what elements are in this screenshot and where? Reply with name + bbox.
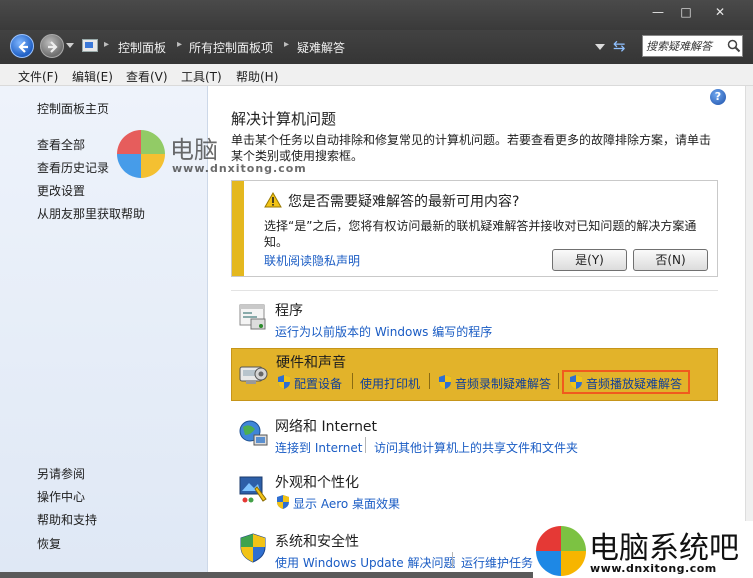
breadcrumb-separator-icon[interactable]: ▸	[284, 39, 289, 50]
no-button[interactable]: 否(N)	[633, 249, 708, 271]
watermark-name: 电脑	[170, 136, 218, 164]
page-description: 单击某个任务以自动排除和修复常见的计算机问题。若要查看更多的故障排除方案，请单击…	[231, 133, 712, 163]
programs-icon	[239, 304, 266, 330]
watermark-url: www.dnxitong.com	[172, 162, 307, 175]
menu-edit[interactable]: 编辑(E)	[72, 68, 113, 85]
sidebar-link-help-and-support[interactable]: 帮助和支持	[37, 511, 97, 528]
address-bar: ▸ 控制面板 ▸ 所有控制面板项 ▸ 疑难解答 ⇆	[0, 30, 753, 64]
breadcrumb-separator-icon[interactable]: ▸	[104, 39, 109, 50]
category-network-and-internet-title[interactable]: 网络和 Internet	[275, 416, 377, 436]
menu-help[interactable]: 帮助(H)	[236, 68, 278, 85]
shield-icon	[277, 495, 289, 509]
menu-tools[interactable]: 工具(T)	[181, 68, 222, 85]
sidebar-link-view-all[interactable]: 查看全部	[37, 136, 85, 153]
shield-icon	[439, 375, 451, 389]
notice-title: 您是否需要疑难解答的最新可用内容?	[288, 194, 520, 210]
sidebar-link-recovery[interactable]: 恢复	[37, 535, 61, 552]
link-separator	[452, 552, 453, 568]
search-icon[interactable]	[727, 39, 741, 53]
link-separator	[352, 373, 353, 389]
link-run-old-programs[interactable]: 运行为以前版本的 Windows 编写的程序	[275, 323, 492, 340]
forward-button[interactable]	[40, 34, 64, 58]
watermark-logo-icon	[117, 130, 165, 178]
privacy-statement-link[interactable]: 联机阅读隐私声明	[264, 252, 360, 269]
link-windows-update-troubleshoot[interactable]: 使用 Windows Update 解决问题	[275, 554, 455, 571]
see-also-heading: 另请参阅	[37, 467, 86, 481]
breadcrumb-troubleshooting[interactable]: 疑难解答	[297, 39, 345, 56]
help-icon[interactable]: ?	[710, 89, 726, 105]
watermark-name-bottom: 电脑系统吧	[589, 531, 739, 566]
category-hardware-and-sound-title[interactable]: 硬件和声音	[276, 352, 346, 372]
link-connect-to-internet[interactable]: 连接到 Internet	[275, 439, 362, 456]
close-button[interactable]: ✕	[708, 2, 732, 22]
title-bar: — □ ✕	[0, 0, 753, 30]
vertical-scrollbar[interactable]	[745, 86, 753, 572]
category-appearance-title[interactable]: 外观和个性化	[275, 472, 359, 492]
address-history-dropdown[interactable]	[595, 44, 605, 50]
shield-icon	[570, 375, 582, 389]
sidebar-link-view-history[interactable]: 查看历史记录	[37, 159, 109, 176]
watermark-logo-icon	[536, 526, 586, 576]
sidebar-link-get-help-from-friend[interactable]: 从朋友那里获取帮助	[37, 205, 145, 222]
system-and-security-icon	[240, 533, 266, 563]
link-separator	[365, 437, 366, 453]
hardware-and-sound-icon	[239, 366, 268, 384]
link-configure-device[interactable]: 配置设备	[294, 375, 342, 392]
link-use-printer[interactable]: 使用打印机	[360, 375, 420, 392]
network-icon	[239, 420, 268, 446]
category-hardware-and-sound: 硬件和声音 配置设备 使用打印机 音频录制疑难解答 音频播放疑难解答	[231, 348, 718, 401]
link-audio-playback-troubleshooter[interactable]: 音频播放疑难解答	[586, 375, 682, 392]
page-title: 解决计算机问题	[231, 110, 337, 128]
link-separator	[558, 373, 559, 389]
back-button[interactable]	[10, 34, 34, 58]
maximize-button[interactable]: □	[674, 2, 698, 22]
arrow-left-icon	[18, 41, 28, 53]
menu-file[interactable]: 文件(F)	[18, 68, 58, 85]
arrow-right-icon	[48, 41, 58, 53]
sidebar-link-control-panel-home[interactable]: 控制面板主页	[37, 100, 109, 117]
warning-icon	[264, 192, 282, 208]
notice-text: 选择“是”之后，您将有权访问最新的联机疑难解答并接收对已知问题的解决方案通知。	[264, 219, 697, 249]
minimize-button[interactable]: —	[646, 2, 670, 22]
link-run-maintenance-tasks[interactable]: 运行维护任务	[461, 554, 533, 571]
sidebar-link-change-settings[interactable]: 更改设置	[37, 182, 85, 199]
category-network-and-internet: 网络和 Internet 连接到 Internet 访问其他计算机上的共享文件和…	[231, 413, 718, 457]
sidebar-link-action-center[interactable]: 操作中心	[37, 488, 85, 505]
breadcrumb-all-items[interactable]: 所有控制面板项	[189, 39, 273, 56]
category-programs-title[interactable]: 程序	[275, 300, 303, 320]
watermark-url-bottom: www.dnxitong.com	[590, 562, 717, 575]
search-box[interactable]	[642, 35, 743, 57]
update-notice-panel: 您是否需要疑难解答的最新可用内容? 选择“是”之后，您将有权访问最新的联机疑难解…	[231, 180, 718, 277]
category-programs: 程序 运行为以前版本的 Windows 编写的程序	[231, 297, 718, 341]
appearance-icon	[239, 476, 267, 503]
control-panel-icon	[82, 39, 98, 52]
refresh-icon[interactable]: ⇆	[613, 38, 626, 54]
menu-bar: 文件(F) 编辑(E) 查看(V) 工具(T) 帮助(H)	[0, 64, 753, 86]
divider	[231, 290, 718, 291]
category-system-and-security-title[interactable]: 系统和安全性	[275, 531, 359, 551]
link-audio-recording-troubleshooter[interactable]: 音频录制疑难解答	[455, 375, 551, 392]
yes-button[interactable]: 是(Y)	[552, 249, 627, 271]
link-aero-effects[interactable]: 显示 Aero 桌面效果	[293, 495, 400, 512]
breadcrumb-separator-icon[interactable]: ▸	[177, 39, 182, 50]
link-separator	[429, 373, 430, 389]
search-input[interactable]	[646, 38, 724, 54]
menu-view[interactable]: 查看(V)	[126, 68, 168, 85]
shield-icon	[278, 375, 290, 389]
category-appearance-and-personalization: 外观和个性化 显示 Aero 桌面效果	[231, 469, 718, 513]
breadcrumb-control-panel[interactable]: 控制面板	[118, 39, 166, 56]
recent-pages-dropdown[interactable]	[66, 43, 74, 48]
notice-accent-bar	[232, 181, 244, 276]
link-access-shared-files[interactable]: 访问其他计算机上的共享文件和文件夹	[374, 439, 578, 456]
